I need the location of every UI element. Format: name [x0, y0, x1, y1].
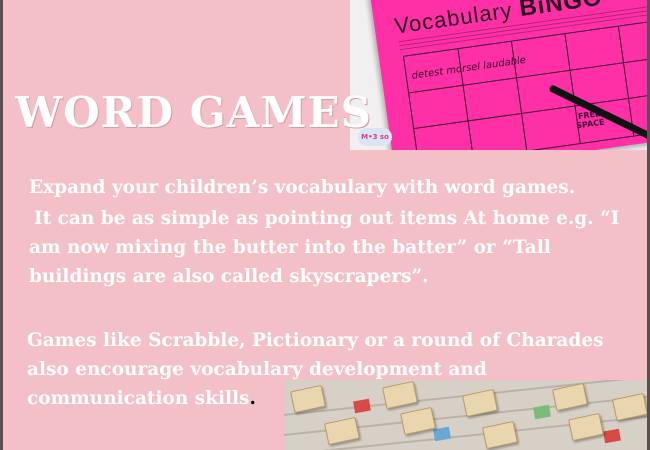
- slide-title: WORD GAMES: [15, 88, 372, 137]
- board-square: [433, 426, 451, 442]
- scrabble-tile: [482, 420, 518, 450]
- scrabble-tile: [568, 412, 604, 442]
- board-square: [533, 404, 551, 420]
- vocabulary-bingo-photo: Vocabulary BiNGO detest morsel laudable …: [350, 0, 647, 150]
- scrabble-tile: [324, 416, 360, 446]
- paragraph-games-period: .: [249, 388, 256, 409]
- scrabble-board-photo: [284, 380, 647, 450]
- scrabble-tile: [382, 380, 418, 410]
- paragraph-vocabulary: Expand your children’s vocabulary with w…: [29, 177, 576, 198]
- scrabble-tile: [400, 406, 436, 436]
- slide: Vocabulary BiNGO detest morsel laudable …: [3, 0, 647, 450]
- board-square: [603, 428, 621, 444]
- paragraph-examples: It can be as simple as pointing out item…: [29, 208, 620, 287]
- bingo-sheet: Vocabulary BiNGO detest morsel laudable …: [368, 0, 647, 150]
- scrabble-tile: [290, 384, 326, 414]
- grid-line: [414, 90, 647, 130]
- board-square: [353, 398, 371, 414]
